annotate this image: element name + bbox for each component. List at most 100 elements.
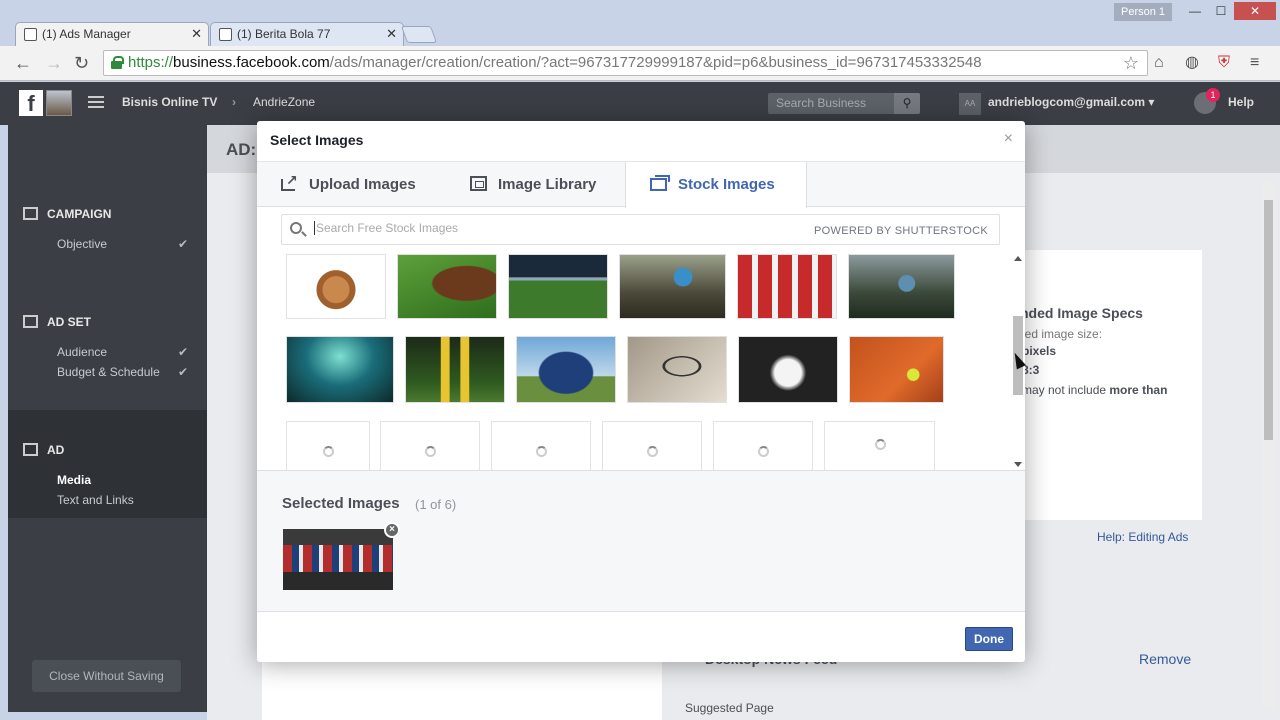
search-icon[interactable]: ⚲ <box>894 93 920 114</box>
extension-icon[interactable]: ⌂ <box>1154 54 1164 72</box>
stock-search-input[interactable] <box>314 221 794 235</box>
upload-icon <box>281 172 298 191</box>
sidebar-item-objective[interactable]: Objective <box>57 237 107 251</box>
image-spec-line: led image size: <box>1022 327 1103 341</box>
loading-image-tile <box>286 421 370 470</box>
shield-extension-icon[interactable]: ⛨ <box>1218 54 1230 72</box>
stock-image-soccer-slide[interactable] <box>619 254 726 319</box>
browser-titlebar: Person 1 — ☐ ✕ (1) Ads Manager ✕ (1) Ber… <box>0 0 1280 46</box>
close-icon[interactable]: ✕ <box>386 23 397 45</box>
chevron-right-icon: › <box>232 95 236 109</box>
sidebar-item-media[interactable]: Media <box>57 473 91 487</box>
profile-button[interactable]: Person 1 <box>1114 3 1172 21</box>
close-icon[interactable]: ✕ <box>191 23 202 45</box>
forward-arrow-icon[interactable]: → <box>45 52 63 74</box>
address-bar[interactable]: https://business.facebook.com/ads/manage… <box>103 50 1148 76</box>
hamburger-menu-icon[interactable] <box>88 96 104 108</box>
stock-image-grid <box>257 254 1025 470</box>
sidebar-item-text-links[interactable]: Text and Links <box>57 493 134 507</box>
lower-panel <box>262 660 662 720</box>
creation-sidebar: CAMPAIGN Objective ✔ AD SET Audience ✔ B… <box>8 125 207 712</box>
sidebar-item-audience[interactable]: Audience <box>57 345 107 359</box>
tab-image-library[interactable]: Image Library <box>470 176 596 193</box>
back-arrow-icon[interactable]: ← <box>14 52 32 74</box>
stock-image-stadium-crowd[interactable] <box>286 336 394 403</box>
stock-image-football-grass[interactable] <box>397 254 497 319</box>
selected-images-section: Selected Images (1 of 6) × <box>257 470 1025 612</box>
stock-image-baseball-ball[interactable] <box>738 336 838 403</box>
help-editing-ads-link[interactable]: Help: Editing Ads <box>1097 530 1188 544</box>
page-icon <box>24 28 37 41</box>
loading-image-tile <box>380 421 480 470</box>
ad-icon <box>23 443 38 456</box>
close-icon[interactable]: × <box>1004 130 1013 148</box>
spinner-icon <box>758 446 769 457</box>
tab-title: (1) Ads Manager <box>42 27 131 41</box>
loading-image-tile <box>713 421 813 470</box>
tab-upload-images[interactable]: Upload Images <box>281 172 416 193</box>
help-link[interactable]: Help <box>1228 95 1254 109</box>
business-account-link[interactable]: Bisnis Online TV <box>122 95 217 109</box>
campaign-icon <box>23 207 38 220</box>
search-icon <box>290 222 302 234</box>
tab-berita-bola[interactable]: (1) Berita Bola 77 ✕ <box>210 22 404 46</box>
globe-extension-icon[interactable]: ◍ <box>1185 54 1199 72</box>
selected-images-title: Selected Images <box>282 495 400 512</box>
sidebar-section-adset[interactable]: AD SET <box>23 315 91 329</box>
menu-icon[interactable]: ≡ <box>1250 54 1259 72</box>
loading-image-tile <box>824 421 935 470</box>
stock-image-kids-soccer[interactable] <box>516 336 616 403</box>
loading-image-tile <box>491 421 591 470</box>
stock-images-icon <box>650 175 670 191</box>
scroll-down-arrow-icon[interactable] <box>1014 462 1022 467</box>
image-specs-title: nded Image Specs <box>1020 305 1143 321</box>
ad-title: AD: <box>226 140 257 159</box>
minimize-button[interactable]: — <box>1182 2 1208 20</box>
grid-icon <box>23 315 38 328</box>
url-text[interactable]: https://business.facebook.com/ads/manage… <box>128 54 982 71</box>
check-icon: ✔ <box>178 365 189 379</box>
spinner-icon <box>874 439 886 450</box>
stock-image-baseball-glove[interactable] <box>286 254 386 319</box>
stock-image-soccer-tackle[interactable] <box>848 254 955 319</box>
page-name-link[interactable]: AndrieZone <box>253 95 315 109</box>
sidebar-section-ad[interactable]: AD <box>23 443 64 457</box>
business-search-input[interactable]: Search Business ⚲ <box>768 93 920 114</box>
lock-icon <box>111 56 124 69</box>
avatar[interactable] <box>46 90 72 116</box>
close-without-saving-button[interactable]: Close Without Saving <box>32 660 181 692</box>
facebook-logo-icon[interactable]: f <box>19 90 43 116</box>
check-icon: ✔ <box>178 237 189 251</box>
stock-image-basketball-hoop[interactable] <box>627 336 727 403</box>
maximize-button[interactable]: ☐ <box>1208 2 1234 20</box>
tab-ads-manager[interactable]: (1) Ads Manager ✕ <box>15 22 209 46</box>
page-scrollbar[interactable] <box>1262 180 1275 710</box>
bookmark-star-icon[interactable]: ☆ <box>1123 53 1139 74</box>
tab-stock-images[interactable]: Stock Images <box>650 175 775 193</box>
image-spec-line: may not include more than <box>1022 383 1168 397</box>
stock-image-football-team[interactable] <box>737 254 837 319</box>
done-button[interactable]: Done <box>965 627 1013 651</box>
selected-image-team[interactable] <box>283 529 393 590</box>
stock-image-soccer-player-legs[interactable] <box>405 336 505 403</box>
stock-search-box: POWERED BY SHUTTERSTOCK <box>281 214 1000 245</box>
reload-icon[interactable]: ↻ <box>74 52 89 74</box>
user-avatar[interactable]: AA <box>959 93 981 115</box>
check-icon: ✔ <box>178 345 189 359</box>
sidebar-section-campaign[interactable]: CAMPAIGN <box>23 207 111 221</box>
spinner-icon <box>536 446 547 457</box>
notification-badge: 1 <box>1206 88 1220 102</box>
remove-link[interactable]: Remove <box>1139 651 1191 667</box>
window-close-button[interactable]: ✕ <box>1234 2 1276 20</box>
stock-image-stadium-lights[interactable] <box>508 254 608 319</box>
scroll-up-arrow-icon[interactable] <box>1014 256 1022 261</box>
remove-image-close-icon[interactable]: × <box>384 522 400 538</box>
image-library-icon <box>470 176 487 191</box>
new-tab-button[interactable] <box>400 26 438 43</box>
user-email-menu[interactable]: andrieblogcom@gmail.com ▾ <box>988 95 1154 109</box>
sidebar-item-budget[interactable]: Budget & Schedule <box>57 365 160 379</box>
image-source-tabs: Upload Images Image Library Stock Images <box>257 161 1025 208</box>
select-images-dialog: Select Images × Upload Images Image Libr… <box>257 121 1025 662</box>
page-icon <box>219 28 232 41</box>
stock-image-tennis-ball[interactable] <box>849 336 944 403</box>
